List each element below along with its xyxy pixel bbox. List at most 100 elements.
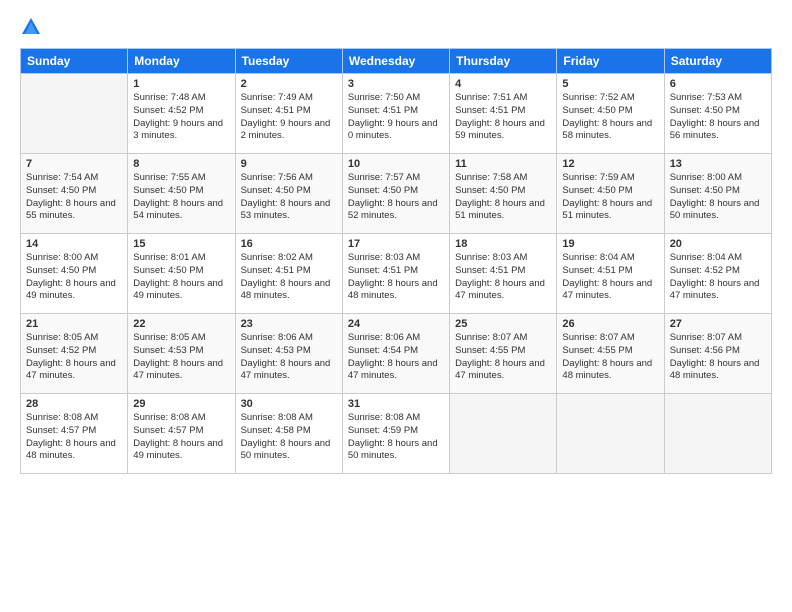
day-info: Sunrise: 8:04 AMSunset: 4:52 PMDaylight:… bbox=[670, 252, 766, 303]
day-info: Sunrise: 8:05 AMSunset: 4:53 PMDaylight:… bbox=[133, 332, 229, 383]
day-number: 11 bbox=[455, 158, 551, 170]
day-info: Sunrise: 8:07 AMSunset: 4:55 PMDaylight:… bbox=[562, 332, 658, 383]
day-info: Sunrise: 8:03 AMSunset: 4:51 PMDaylight:… bbox=[455, 252, 551, 303]
calendar-cell: 13 Sunrise: 8:00 AMSunset: 4:50 PMDayligh… bbox=[664, 154, 771, 234]
day-number: 29 bbox=[133, 398, 229, 410]
day-info: Sunrise: 8:07 AMSunset: 4:56 PMDaylight:… bbox=[670, 332, 766, 383]
day-number: 19 bbox=[562, 238, 658, 250]
calendar-cell: 7 Sunrise: 7:54 AMSunset: 4:50 PMDaylight… bbox=[21, 154, 128, 234]
week-row-3: 14 Sunrise: 8:00 AMSunset: 4:50 PMDayligh… bbox=[21, 234, 772, 314]
calendar-cell: 5Sunrise: 7:52 AMSunset: 4:50 PMDaylight… bbox=[557, 74, 664, 154]
day-number: 12 bbox=[562, 158, 658, 170]
day-info: Sunrise: 8:08 AMSunset: 4:59 PMDaylight:… bbox=[348, 412, 444, 463]
day-number: 27 bbox=[670, 318, 766, 330]
day-info: Sunrise: 7:52 AMSunset: 4:50 PMDaylight:… bbox=[562, 92, 658, 143]
day-number: 8 bbox=[133, 158, 229, 170]
day-header-sunday: Sunday bbox=[21, 49, 128, 74]
calendar-cell bbox=[21, 74, 128, 154]
day-number: 14 bbox=[26, 238, 122, 250]
calendar-cell: 22 Sunrise: 8:05 AMSunset: 4:53 PMDayligh… bbox=[128, 314, 235, 394]
calendar-table: SundayMondayTuesdayWednesdayThursdayFrid… bbox=[20, 48, 772, 474]
calendar-cell: 11 Sunrise: 7:58 AMSunset: 4:50 PMDayligh… bbox=[450, 154, 557, 234]
day-number: 20 bbox=[670, 238, 766, 250]
day-header-thursday: Thursday bbox=[450, 49, 557, 74]
calendar-cell: 14 Sunrise: 8:00 AMSunset: 4:50 PMDayligh… bbox=[21, 234, 128, 314]
calendar-cell: 24 Sunrise: 8:06 AMSunset: 4:54 PMDayligh… bbox=[342, 314, 449, 394]
day-number: 3 bbox=[348, 78, 444, 90]
day-info: Sunrise: 8:02 AMSunset: 4:51 PMDaylight:… bbox=[241, 252, 337, 303]
day-number: 21 bbox=[26, 318, 122, 330]
day-info: Sunrise: 8:06 AMSunset: 4:53 PMDaylight:… bbox=[241, 332, 337, 383]
day-info: Sunrise: 7:50 AMSunset: 4:51 PMDaylight:… bbox=[348, 92, 444, 143]
page: SundayMondayTuesdayWednesdayThursdayFrid… bbox=[0, 0, 792, 612]
day-info: Sunrise: 7:58 AMSunset: 4:50 PMDaylight:… bbox=[455, 172, 551, 223]
day-info: Sunrise: 8:01 AMSunset: 4:50 PMDaylight:… bbox=[133, 252, 229, 303]
day-info: Sunrise: 8:08 AMSunset: 4:57 PMDaylight:… bbox=[26, 412, 122, 463]
day-info: Sunrise: 8:06 AMSunset: 4:54 PMDaylight:… bbox=[348, 332, 444, 383]
logo-icon bbox=[20, 16, 42, 38]
header bbox=[20, 16, 772, 38]
calendar-cell: 17 Sunrise: 8:03 AMSunset: 4:51 PMDayligh… bbox=[342, 234, 449, 314]
day-info: Sunrise: 8:04 AMSunset: 4:51 PMDaylight:… bbox=[562, 252, 658, 303]
calendar-cell: 19 Sunrise: 8:04 AMSunset: 4:51 PMDayligh… bbox=[557, 234, 664, 314]
day-number: 7 bbox=[26, 158, 122, 170]
day-info: Sunrise: 7:57 AMSunset: 4:50 PMDaylight:… bbox=[348, 172, 444, 223]
day-header-friday: Friday bbox=[557, 49, 664, 74]
day-info: Sunrise: 7:49 AMSunset: 4:51 PMDaylight:… bbox=[241, 92, 337, 143]
day-info: Sunrise: 8:03 AMSunset: 4:51 PMDaylight:… bbox=[348, 252, 444, 303]
day-info: Sunrise: 8:00 AMSunset: 4:50 PMDaylight:… bbox=[26, 252, 122, 303]
week-row-1: 1Sunrise: 7:48 AMSunset: 4:52 PMDaylight… bbox=[21, 74, 772, 154]
calendar-cell: 2 Sunrise: 7:49 AMSunset: 4:51 PMDaylight… bbox=[235, 74, 342, 154]
calendar-cell: 26 Sunrise: 8:07 AMSunset: 4:55 PMDayligh… bbox=[557, 314, 664, 394]
day-number: 4 bbox=[455, 78, 551, 90]
day-number: 28 bbox=[26, 398, 122, 410]
calendar-cell: 12 Sunrise: 7:59 AMSunset: 4:50 PMDayligh… bbox=[557, 154, 664, 234]
calendar-cell: 15Sunrise: 8:01 AMSunset: 4:50 PMDayligh… bbox=[128, 234, 235, 314]
calendar-cell: 16 Sunrise: 8:02 AMSunset: 4:51 PMDayligh… bbox=[235, 234, 342, 314]
day-number: 2 bbox=[241, 78, 337, 90]
calendar-cell bbox=[557, 394, 664, 474]
day-info: Sunrise: 7:56 AMSunset: 4:50 PMDaylight:… bbox=[241, 172, 337, 223]
day-info: Sunrise: 8:00 AMSunset: 4:50 PMDaylight:… bbox=[670, 172, 766, 223]
day-number: 22 bbox=[133, 318, 229, 330]
header-row: SundayMondayTuesdayWednesdayThursdayFrid… bbox=[21, 49, 772, 74]
day-number: 16 bbox=[241, 238, 337, 250]
calendar-cell: 27 Sunrise: 8:07 AMSunset: 4:56 PMDayligh… bbox=[664, 314, 771, 394]
day-number: 26 bbox=[562, 318, 658, 330]
day-number: 31 bbox=[348, 398, 444, 410]
day-number: 23 bbox=[241, 318, 337, 330]
day-header-wednesday: Wednesday bbox=[342, 49, 449, 74]
day-info: Sunrise: 7:53 AMSunset: 4:50 PMDaylight:… bbox=[670, 92, 766, 143]
day-info: Sunrise: 8:07 AMSunset: 4:55 PMDaylight:… bbox=[455, 332, 551, 383]
calendar-cell bbox=[450, 394, 557, 474]
calendar-cell: 20 Sunrise: 8:04 AMSunset: 4:52 PMDayligh… bbox=[664, 234, 771, 314]
calendar-cell: 9 Sunrise: 7:56 AMSunset: 4:50 PMDaylight… bbox=[235, 154, 342, 234]
day-info: Sunrise: 7:54 AMSunset: 4:50 PMDaylight:… bbox=[26, 172, 122, 223]
day-number: 17 bbox=[348, 238, 444, 250]
day-info: Sunrise: 8:08 AMSunset: 4:57 PMDaylight:… bbox=[133, 412, 229, 463]
day-number: 18 bbox=[455, 238, 551, 250]
week-row-5: 28 Sunrise: 8:08 AMSunset: 4:57 PMDayligh… bbox=[21, 394, 772, 474]
day-info: Sunrise: 7:55 AMSunset: 4:50 PMDaylight:… bbox=[133, 172, 229, 223]
logo bbox=[20, 16, 46, 38]
day-number: 6 bbox=[670, 78, 766, 90]
calendar-cell: 1Sunrise: 7:48 AMSunset: 4:52 PMDaylight… bbox=[128, 74, 235, 154]
day-info: Sunrise: 8:05 AMSunset: 4:52 PMDaylight:… bbox=[26, 332, 122, 383]
day-number: 13 bbox=[670, 158, 766, 170]
day-number: 24 bbox=[348, 318, 444, 330]
calendar-cell: 30Sunrise: 8:08 AMSunset: 4:58 PMDayligh… bbox=[235, 394, 342, 474]
day-header-tuesday: Tuesday bbox=[235, 49, 342, 74]
week-row-4: 21 Sunrise: 8:05 AMSunset: 4:52 PMDayligh… bbox=[21, 314, 772, 394]
calendar-cell: 29 Sunrise: 8:08 AMSunset: 4:57 PMDayligh… bbox=[128, 394, 235, 474]
day-info: Sunrise: 8:08 AMSunset: 4:58 PMDaylight:… bbox=[241, 412, 337, 463]
calendar-cell: 28 Sunrise: 8:08 AMSunset: 4:57 PMDayligh… bbox=[21, 394, 128, 474]
calendar-cell: 21 Sunrise: 8:05 AMSunset: 4:52 PMDayligh… bbox=[21, 314, 128, 394]
calendar-cell: 4Sunrise: 7:51 AMSunset: 4:51 PMDaylight… bbox=[450, 74, 557, 154]
day-info: Sunrise: 7:59 AMSunset: 4:50 PMDaylight:… bbox=[562, 172, 658, 223]
day-number: 9 bbox=[241, 158, 337, 170]
day-number: 1 bbox=[133, 78, 229, 90]
calendar-cell: 3 Sunrise: 7:50 AMSunset: 4:51 PMDaylight… bbox=[342, 74, 449, 154]
calendar-cell: 6 Sunrise: 7:53 AMSunset: 4:50 PMDaylight… bbox=[664, 74, 771, 154]
calendar-cell bbox=[664, 394, 771, 474]
calendar-cell: 8 Sunrise: 7:55 AMSunset: 4:50 PMDaylight… bbox=[128, 154, 235, 234]
